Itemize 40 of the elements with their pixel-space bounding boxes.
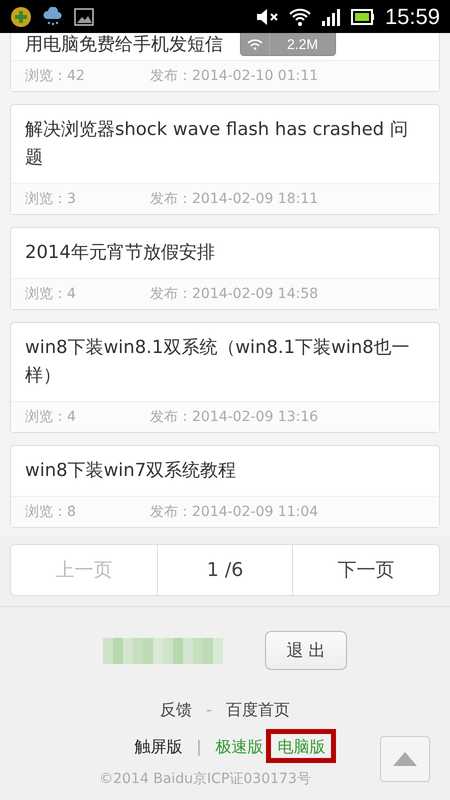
up-arrow-icon [393, 752, 417, 766]
view-count: 浏览：42 [25, 67, 86, 85]
view-count: 浏览：3 [25, 190, 77, 208]
signal-icon [320, 8, 341, 26]
view-count: 浏览：8 [25, 503, 77, 521]
post-title: win8下装win7双系统教程 [24, 459, 238, 483]
weather-icon [42, 6, 64, 26]
next-page-button[interactable]: 下一页 [292, 545, 439, 595]
wifi-icon [247, 38, 263, 50]
image-icon [74, 8, 94, 26]
post-card[interactable]: win8下装win8.1双系统（win8.1下装win8也一样） 浏览：4 发布：2014-02-09 13:16 [10, 322, 440, 433]
app-icon [10, 6, 32, 28]
publish-date: 发布：2014-02-10 01:11 [150, 67, 318, 85]
copyright-text: ©2014 Baidu京ICP证030173号 [99, 770, 311, 788]
mute-icon [254, 6, 279, 26]
logout-button[interactable]: 退 出 [265, 631, 347, 670]
view-count: 浏览：4 [25, 285, 77, 303]
download-speed-toast: 2.2M [240, 33, 336, 56]
post-card[interactable]: win8下装win7双系统教程 浏览：8 发布：2014-02-09 11:04 [10, 445, 440, 528]
scroll-top-button[interactable] [380, 736, 430, 782]
page-indicator: 1 /6 [157, 545, 292, 595]
post-title: win8下装win8.1双系统（win8.1下装win8也一样） [24, 336, 411, 388]
publish-date: 发布：2014-02-09 18:11 [150, 190, 318, 208]
publish-date: 发布：2014-02-09 11:04 [150, 503, 318, 521]
separator: - [206, 700, 212, 721]
publish-date: 发布：2014-02-09 14:58 [150, 285, 318, 303]
post-title: 用电脑免费给手机发短信 [24, 33, 224, 57]
post-card[interactable]: 解决浏览器shock wave flash has crashed 问题 浏览：3 发布：2014-02-09 18:11 [10, 104, 440, 215]
battery-icon [350, 8, 375, 24]
view-count: 浏览：4 [25, 408, 77, 426]
post-title: 2014年元宵节放假安排 [24, 241, 216, 265]
wifi-icon [288, 6, 311, 26]
post-title: 解决浏览器shock wave flash has crashed 问题 [24, 118, 409, 170]
separator: | [196, 737, 202, 758]
clock-time: 15:59 [384, 4, 440, 30]
publish-date: 发布：2014-02-09 13:16 [150, 408, 318, 426]
footer-link[interactable]: 百度首页 [226, 700, 290, 721]
footer-link[interactable]: 反馈 [160, 700, 192, 721]
version-link[interactable]: 触屏版 [134, 737, 182, 756]
post-card[interactable]: 2014年元宵节放假安排 浏览：4 发布：2014-02-09 14:58 [10, 227, 440, 310]
